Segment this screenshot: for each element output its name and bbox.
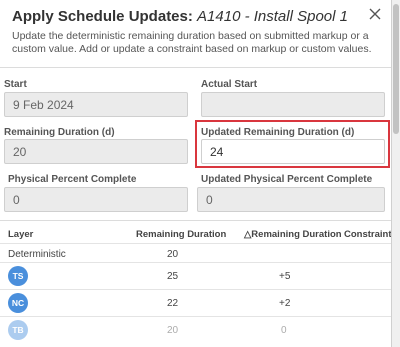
- dialog-title-text: Apply Schedule Updates:: [12, 8, 193, 25]
- delta-duration-cell: +2: [279, 298, 291, 309]
- col-header-layer: Layer: [8, 229, 34, 240]
- avatar: NC: [8, 293, 28, 313]
- scrollbar-thumb[interactable]: [393, 4, 399, 134]
- table-row: TB 20 0: [0, 317, 391, 344]
- dialog-scrollbar[interactable]: [392, 0, 400, 347]
- table-row: NC 22 +2: [0, 290, 391, 317]
- updated-remaining-duration-label: Updated Remaining Duration (d): [201, 127, 355, 138]
- remaining-duration-cell: 22: [167, 298, 179, 309]
- updated-remaining-duration-input[interactable]: 24: [201, 139, 385, 164]
- delta-duration-cell: 0: [281, 325, 287, 336]
- updated-physical-percent-label: Updated Physical Percent Complete: [201, 174, 373, 185]
- apply-schedule-updates-dialog: Apply Schedule Updates: A1410 - Install …: [0, 0, 392, 347]
- dialog-title: Apply Schedule Updates: A1410 - Install …: [12, 8, 348, 25]
- remaining-duration-field: 20: [4, 139, 188, 164]
- dialog-description: Update the deterministic remaining durat…: [12, 30, 372, 55]
- remaining-duration-cell: 25: [167, 271, 179, 282]
- actual-start-label: Actual Start: [201, 79, 258, 90]
- physical-percent-label: Physical Percent Complete: [8, 174, 137, 185]
- table-row: TS 25 +5: [0, 263, 391, 290]
- actual-start-field: [201, 92, 385, 117]
- layer-name: Deterministic: [8, 249, 66, 260]
- close-icon[interactable]: [367, 6, 383, 22]
- remaining-duration-cell: 20: [167, 325, 179, 336]
- start-field: 9 Feb 2024: [4, 92, 188, 117]
- delta-duration-cell: +5: [279, 271, 291, 282]
- start-label: Start: [4, 79, 27, 90]
- avatar: TS: [8, 266, 28, 286]
- physical-percent-field: 0: [4, 187, 188, 212]
- remaining-duration-cell: 20: [167, 249, 179, 260]
- dialog-header: Apply Schedule Updates: A1410 - Install …: [0, 0, 391, 68]
- col-header-constraint: Constraint: [344, 229, 392, 240]
- remaining-duration-label: Remaining Duration (d): [4, 127, 115, 138]
- dialog-subtitle: A1410 - Install Spool 1: [197, 8, 348, 25]
- table-row: Deterministic 20: [0, 243, 391, 263]
- layers-table: Layer Remaining Duration △Remaining Dura…: [0, 220, 392, 347]
- col-header-delta-remaining-duration: △Remaining Duration: [244, 229, 342, 240]
- avatar: TB: [8, 320, 28, 340]
- col-header-remaining-duration: Remaining Duration: [136, 229, 227, 240]
- updated-physical-percent-field: 0: [197, 187, 385, 212]
